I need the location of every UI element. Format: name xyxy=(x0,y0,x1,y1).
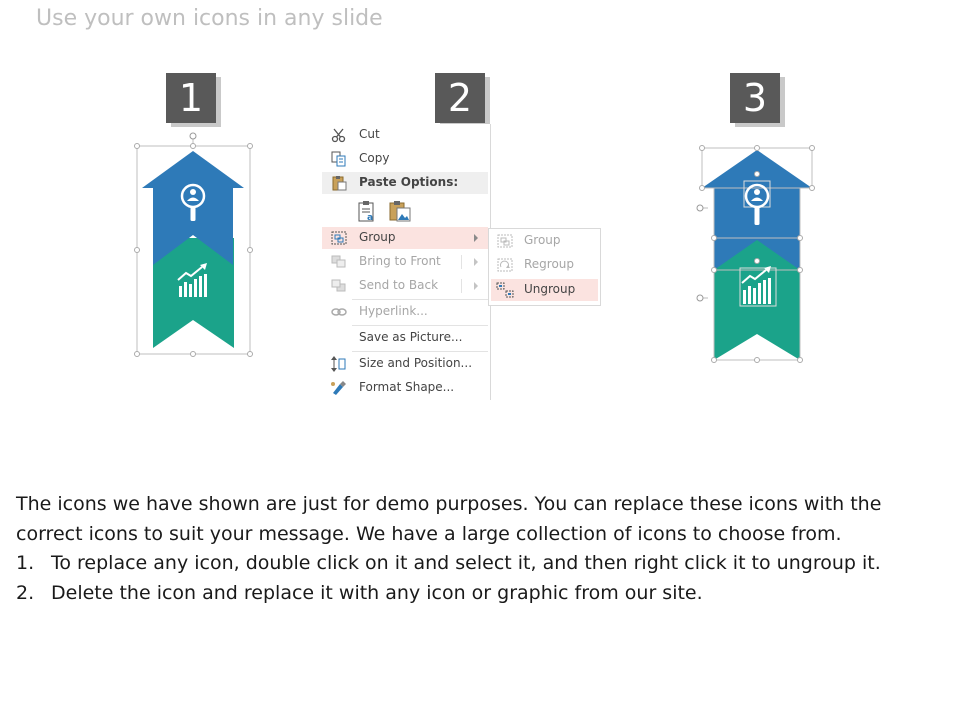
menu-item-label: Paste Options: xyxy=(359,175,459,189)
submenu-arrow-icon xyxy=(474,258,478,266)
paste-picture-icon[interactable] xyxy=(388,199,412,223)
menu-item-group[interactable]: Group xyxy=(322,227,488,249)
submenu-item-ungroup[interactable]: Ungroup xyxy=(491,279,598,301)
body-paragraph-line-1: The icons we have shown are just for dem… xyxy=(16,493,882,515)
step-number-1: 1 xyxy=(166,73,216,123)
step-number-3: 3 xyxy=(730,73,780,123)
list-number: 2. xyxy=(16,581,35,604)
menu-header-paste-options: Paste Options: xyxy=(322,172,488,194)
ungroup-icon xyxy=(496,282,514,298)
submenu-arrow-icon xyxy=(474,234,478,242)
clipboard-icon xyxy=(332,176,347,191)
copy-icon xyxy=(331,151,346,167)
menu-item-bring-to-front[interactable]: Bring to Front xyxy=(322,251,488,273)
link-icon xyxy=(331,308,347,316)
step-number-2: 2 xyxy=(435,73,485,123)
menu-item-copy[interactable]: Copy xyxy=(322,148,488,170)
group-icon xyxy=(497,234,513,248)
bring-to-front-icon xyxy=(331,255,346,268)
list-item: 2. Delete the icon and replace it with a… xyxy=(16,579,946,609)
size-position-icon xyxy=(331,356,346,372)
context-menu: Cut Copy Paste Options: a Group Bring to… xyxy=(322,124,491,400)
menu-item-label: Bring to Front xyxy=(359,254,441,268)
list-item: 1. To replace any icon, double click on … xyxy=(16,549,946,579)
svg-text:a: a xyxy=(367,213,373,223)
submenu-item-label: Regroup xyxy=(524,257,575,271)
send-to-back-icon xyxy=(331,279,346,292)
format-shape-icon xyxy=(331,381,346,395)
arrow-graphic-ungrouped[interactable] xyxy=(696,138,824,370)
menu-item-label: Size and Position... xyxy=(359,356,473,370)
group-submenu: Group Regroup Ungroup xyxy=(488,228,601,306)
menu-item-label: Format Shape... xyxy=(359,380,455,394)
paste-keep-formatting-icon[interactable]: a xyxy=(357,199,379,223)
submenu-item-label: Group xyxy=(524,233,561,247)
menu-item-label: Save as Picture... xyxy=(359,330,463,344)
menu-item-label: Send to Back xyxy=(359,278,439,292)
menu-item-label: Group xyxy=(359,230,396,244)
group-icon xyxy=(331,231,347,245)
submenu-arrow-icon xyxy=(474,282,478,290)
slide-title: Use your own icons in any slide xyxy=(36,6,383,31)
body-paragraph-line-2: correct icons to suit your message. We h… xyxy=(16,522,842,545)
list-number: 1. xyxy=(16,552,35,574)
menu-item-cut[interactable]: Cut xyxy=(322,124,488,146)
submenu-item-regroup[interactable]: Regroup xyxy=(491,254,598,276)
menu-item-size-and-position[interactable]: Size and Position... xyxy=(322,353,488,375)
regroup-icon xyxy=(497,258,513,272)
menu-item-label: Cut xyxy=(359,127,380,141)
menu-item-save-as-picture[interactable]: Save as Picture... xyxy=(322,327,488,349)
menu-item-send-to-back[interactable]: Send to Back xyxy=(322,275,488,297)
menu-item-hyperlink[interactable]: Hyperlink... xyxy=(322,301,488,323)
menu-item-label: Copy xyxy=(359,151,390,165)
menu-item-label: Hyperlink... xyxy=(359,304,428,318)
submenu-item-label: Ungroup xyxy=(524,282,576,296)
menu-item-format-shape[interactable]: Format Shape... xyxy=(322,377,488,399)
scissors-icon xyxy=(331,128,346,143)
arrow-graphic-selected-group[interactable] xyxy=(130,128,258,360)
list-text: To replace any icon, double click on it … xyxy=(51,552,881,574)
instructions: The icons we have shown are just for dem… xyxy=(16,490,946,608)
submenu-item-group[interactable]: Group xyxy=(491,230,598,252)
list-text: Delete the icon and replace it with any … xyxy=(51,581,703,604)
